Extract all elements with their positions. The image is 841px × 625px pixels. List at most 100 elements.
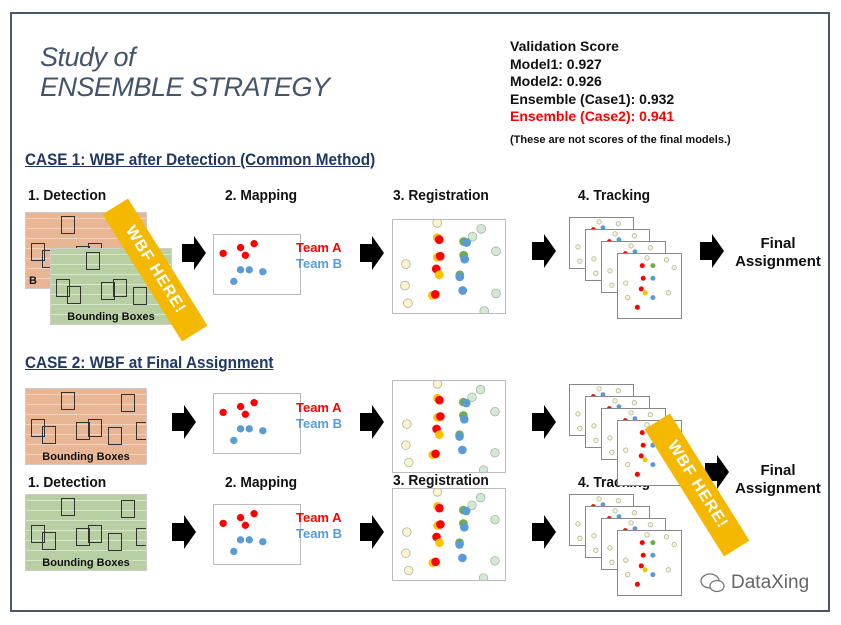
player-dot (458, 445, 467, 455)
bounding-box (108, 427, 122, 445)
player-dot (665, 290, 672, 296)
player-dot (236, 513, 245, 522)
player-dot (647, 522, 653, 528)
player-dot (615, 498, 621, 504)
player-dot (431, 449, 440, 459)
player-dot (434, 270, 444, 280)
player-dot (612, 508, 618, 514)
player-dot (642, 290, 648, 296)
player-dot (245, 536, 253, 544)
case1-mapping-panel (213, 234, 301, 295)
player-dot (638, 453, 644, 459)
case1-registration-panel (392, 219, 506, 314)
player-dot (460, 415, 469, 424)
player-dot (577, 425, 583, 431)
player-dot (219, 408, 227, 417)
player-dot (638, 286, 644, 292)
player-dot (403, 298, 413, 309)
bounding-box (61, 498, 75, 516)
player-dot (401, 440, 411, 450)
player-dot (219, 519, 227, 528)
player-dot (638, 563, 644, 569)
player-dot (639, 540, 645, 546)
player-dot (593, 437, 599, 443)
team-a-label: Team A (296, 510, 342, 525)
player-dot (671, 541, 677, 548)
player-dot (607, 435, 613, 441)
player-dot (609, 282, 615, 288)
score-case1: Ensemble (Case1): 0.932 (510, 90, 675, 107)
player-dot (665, 567, 672, 573)
case1-step-registration: 3. Registration (393, 187, 489, 204)
player-dot (259, 427, 267, 435)
bounding-box (67, 286, 81, 304)
final-line2: Assignment (735, 480, 821, 497)
player-dot (241, 251, 250, 259)
final-line1: Final (760, 462, 796, 479)
case2-mapping-panel-model1 (213, 393, 301, 454)
player-dot (647, 245, 653, 251)
player-dot (461, 506, 471, 516)
player-dot (577, 535, 583, 541)
tracking-frame (617, 530, 682, 596)
player-dot (591, 533, 597, 539)
player-dot (628, 243, 634, 249)
player-dot (241, 410, 250, 418)
player-dot (593, 270, 599, 276)
player-dot (577, 258, 583, 264)
player-dot (230, 547, 238, 556)
player-dot (650, 572, 656, 578)
bounding-box (88, 419, 102, 437)
player-dot (236, 243, 245, 252)
case2-step-detection: 1. Detection (28, 474, 107, 491)
player-dot (241, 521, 250, 529)
bounding-box (121, 500, 135, 518)
player-dot (647, 412, 653, 418)
player-dot (401, 259, 411, 269)
team-b-label: Team B (296, 256, 342, 271)
player-dot (642, 457, 648, 463)
player-dot (631, 400, 637, 406)
player-dot (491, 288, 501, 299)
case1-step-tracking: 4. Tracking (578, 187, 651, 204)
player-dot (634, 304, 640, 310)
player-dot (436, 412, 445, 421)
arrow-icon (360, 236, 384, 270)
player-dot (431, 557, 440, 567)
team-a-label: Team A (296, 400, 342, 415)
player-dot (628, 410, 634, 416)
player-dot (663, 257, 670, 263)
arrow-icon (700, 234, 724, 268)
title-line1: Study of (40, 42, 136, 72)
player-dot (461, 398, 471, 408)
bounding-box (86, 252, 100, 270)
bounding-box (113, 279, 127, 297)
player-dot (404, 565, 414, 576)
bounding-box (88, 525, 102, 543)
score-heading: Validation Score (510, 38, 619, 54)
player-dot (219, 249, 227, 258)
player-dot (236, 536, 245, 544)
player-dot (432, 220, 443, 228)
bounding-box (61, 216, 75, 234)
player-dot (401, 548, 411, 558)
player-dot (435, 395, 444, 405)
player-dot (490, 448, 500, 458)
player-dot (607, 545, 613, 551)
player-dot (575, 411, 581, 417)
arrow-icon (360, 405, 384, 439)
player-dot (628, 520, 634, 526)
player-dot (650, 552, 656, 558)
player-dot (623, 280, 629, 286)
case1-heading: CASE 1: WBF after Detection (Common Meth… (25, 150, 376, 169)
final-line2: Assignment (735, 253, 821, 270)
player-dot (631, 233, 637, 239)
player-dot (609, 449, 615, 455)
player-dot (478, 573, 489, 580)
player-dot (475, 492, 486, 503)
player-dot (593, 547, 599, 553)
player-dot (642, 567, 648, 573)
player-dot (230, 277, 238, 286)
player-dot (460, 523, 469, 532)
player-dot (455, 272, 465, 282)
